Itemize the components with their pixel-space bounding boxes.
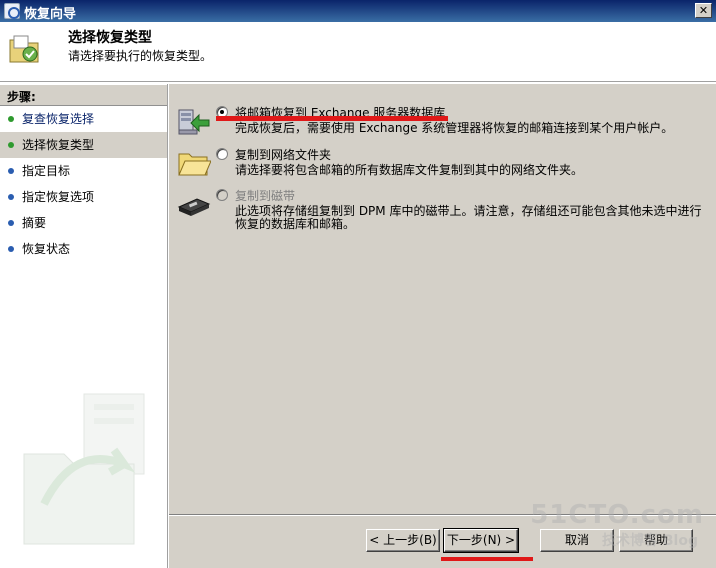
- step-status[interactable]: 恢复状态: [0, 236, 167, 262]
- annotation-underline-option: [216, 116, 448, 121]
- steps-heading: 步骤:: [0, 84, 167, 106]
- restore-exchange-description: 完成恢复后，需要使用 Exchange 系统管理器将恢复的邮箱连接到某个用户帐户…: [235, 121, 674, 135]
- site-watermark: 51CTO.com 技术博客 Blog: [530, 500, 704, 560]
- step-label: 复查恢复选择: [22, 112, 95, 126]
- step-dot-icon: [8, 246, 14, 252]
- step-select-type[interactable]: 选择恢复类型: [0, 132, 167, 158]
- recovery-folder-icon: [9, 35, 39, 63]
- copy-tape-label: 复制到磁带: [235, 189, 296, 203]
- recovery-wizard-icon: [4, 3, 20, 19]
- step-dot-icon: [8, 142, 14, 148]
- wizard-watermark-icon: [23, 393, 145, 545]
- back-button[interactable]: < 上一步(B): [366, 529, 440, 552]
- step-dot-icon: [8, 194, 14, 200]
- page-title: 选择恢复类型: [68, 30, 152, 46]
- wizard-header: 选择恢复类型 请选择要执行的恢复类型。: [0, 22, 716, 82]
- tape-icon: [177, 198, 211, 216]
- copy-tape-radio[interactable]: [216, 189, 228, 201]
- step-summary[interactable]: 摘要: [0, 210, 167, 236]
- main-panel: 将邮箱恢复到 Exchange 服务器数据库 完成恢复后，需要使用 Exchan…: [169, 84, 716, 514]
- folder-icon: [178, 153, 211, 176]
- step-review-recovery[interactable]: 复查恢复选择: [0, 106, 167, 132]
- step-label: 指定恢复选项: [22, 190, 95, 204]
- title-bar: 恢复向导 ✕: [0, 0, 716, 22]
- step-destination[interactable]: 指定目标: [0, 158, 167, 184]
- page-subtitle: 请选择要执行的恢复类型。: [68, 49, 213, 63]
- copy-network-folder-label: 复制到网络文件夹: [235, 148, 332, 162]
- step-options[interactable]: 指定恢复选项: [0, 184, 167, 210]
- step-label: 指定目标: [22, 164, 71, 178]
- steps-sidebar: 步骤: 复查恢复选择 选择恢复类型 指定目标 指定恢复选项 摘要 恢复状态: [0, 84, 168, 568]
- step-dot-icon: [8, 168, 14, 174]
- watermark-brand: 51CTO.com: [530, 500, 704, 530]
- copy-network-folder-description: 请选择要将包含邮箱的所有数据库文件复制到其中的网络文件夹。: [235, 163, 584, 177]
- watermark-tagline: 技术博客 Blog: [602, 533, 698, 549]
- step-dot-icon: [8, 116, 14, 122]
- annotation-underline-next: [441, 557, 533, 561]
- step-dot-icon: [8, 220, 14, 226]
- step-label: 恢复状态: [22, 242, 71, 256]
- copy-tape-description: 此选项将存储组复制到 DPM 库中的磁带上。请注意，存储组还可能包含其他未选中进…: [235, 204, 702, 231]
- close-button[interactable]: ✕: [695, 3, 712, 18]
- step-label: 选择恢复类型: [22, 138, 95, 152]
- step-label: 摘要: [22, 216, 47, 230]
- window-title: 恢复向导: [24, 7, 77, 22]
- next-button[interactable]: 下一步(N) >: [443, 528, 519, 553]
- server-restore-icon: [178, 109, 210, 135]
- copy-network-folder-radio[interactable]: [216, 148, 228, 160]
